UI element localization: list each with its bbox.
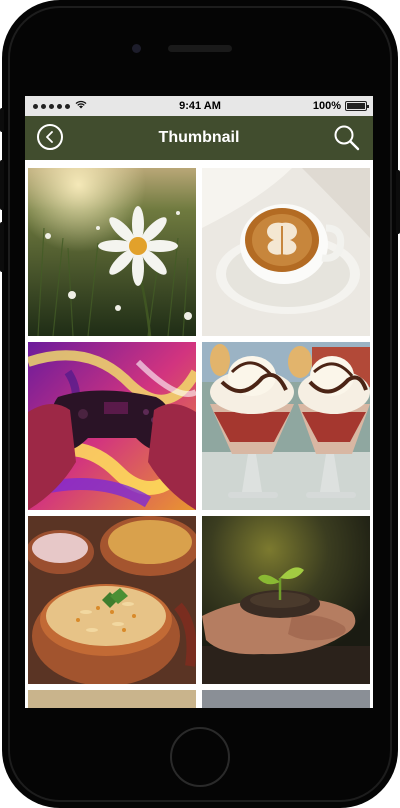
thumbnail-biryani[interactable] (28, 516, 196, 684)
thumbnail-gaming-controller[interactable] (28, 342, 196, 510)
thumbnail-ice-cream-sundaes[interactable] (202, 342, 370, 510)
status-bar: 9:41 AM 100% (25, 96, 373, 116)
chevron-left-icon (46, 131, 53, 143)
back-button[interactable] (37, 124, 63, 150)
front-camera (132, 44, 141, 53)
app-bar: Thumbnail (25, 116, 373, 160)
thumbnail-latte-coffee[interactable] (202, 168, 370, 336)
thumbnail-seedling[interactable] (202, 516, 370, 684)
volume-up-button (0, 160, 4, 210)
search-button[interactable] (333, 124, 361, 152)
thumbnail-partial-right (202, 690, 370, 708)
volume-down-button (0, 222, 4, 272)
status-time: 9:41 AM (179, 100, 221, 112)
search-icon (334, 125, 360, 151)
earpiece-speaker (168, 45, 232, 52)
wifi-icon (75, 100, 87, 112)
signal-indicator (33, 100, 144, 112)
thumbnail-daisy-field[interactable] (28, 168, 196, 336)
thumbnail-partial-left (28, 690, 196, 708)
battery-percent: 100% (312, 100, 341, 112)
screen: 9:41 AM 100% Thumbnail (25, 96, 373, 708)
battery-icon (344, 101, 369, 111)
mute-switch (0, 108, 4, 132)
page-title: Thumbnail (158, 129, 240, 146)
power-button (396, 170, 400, 234)
thumbnail-grid (25, 160, 373, 708)
home-button[interactable] (170, 727, 230, 787)
